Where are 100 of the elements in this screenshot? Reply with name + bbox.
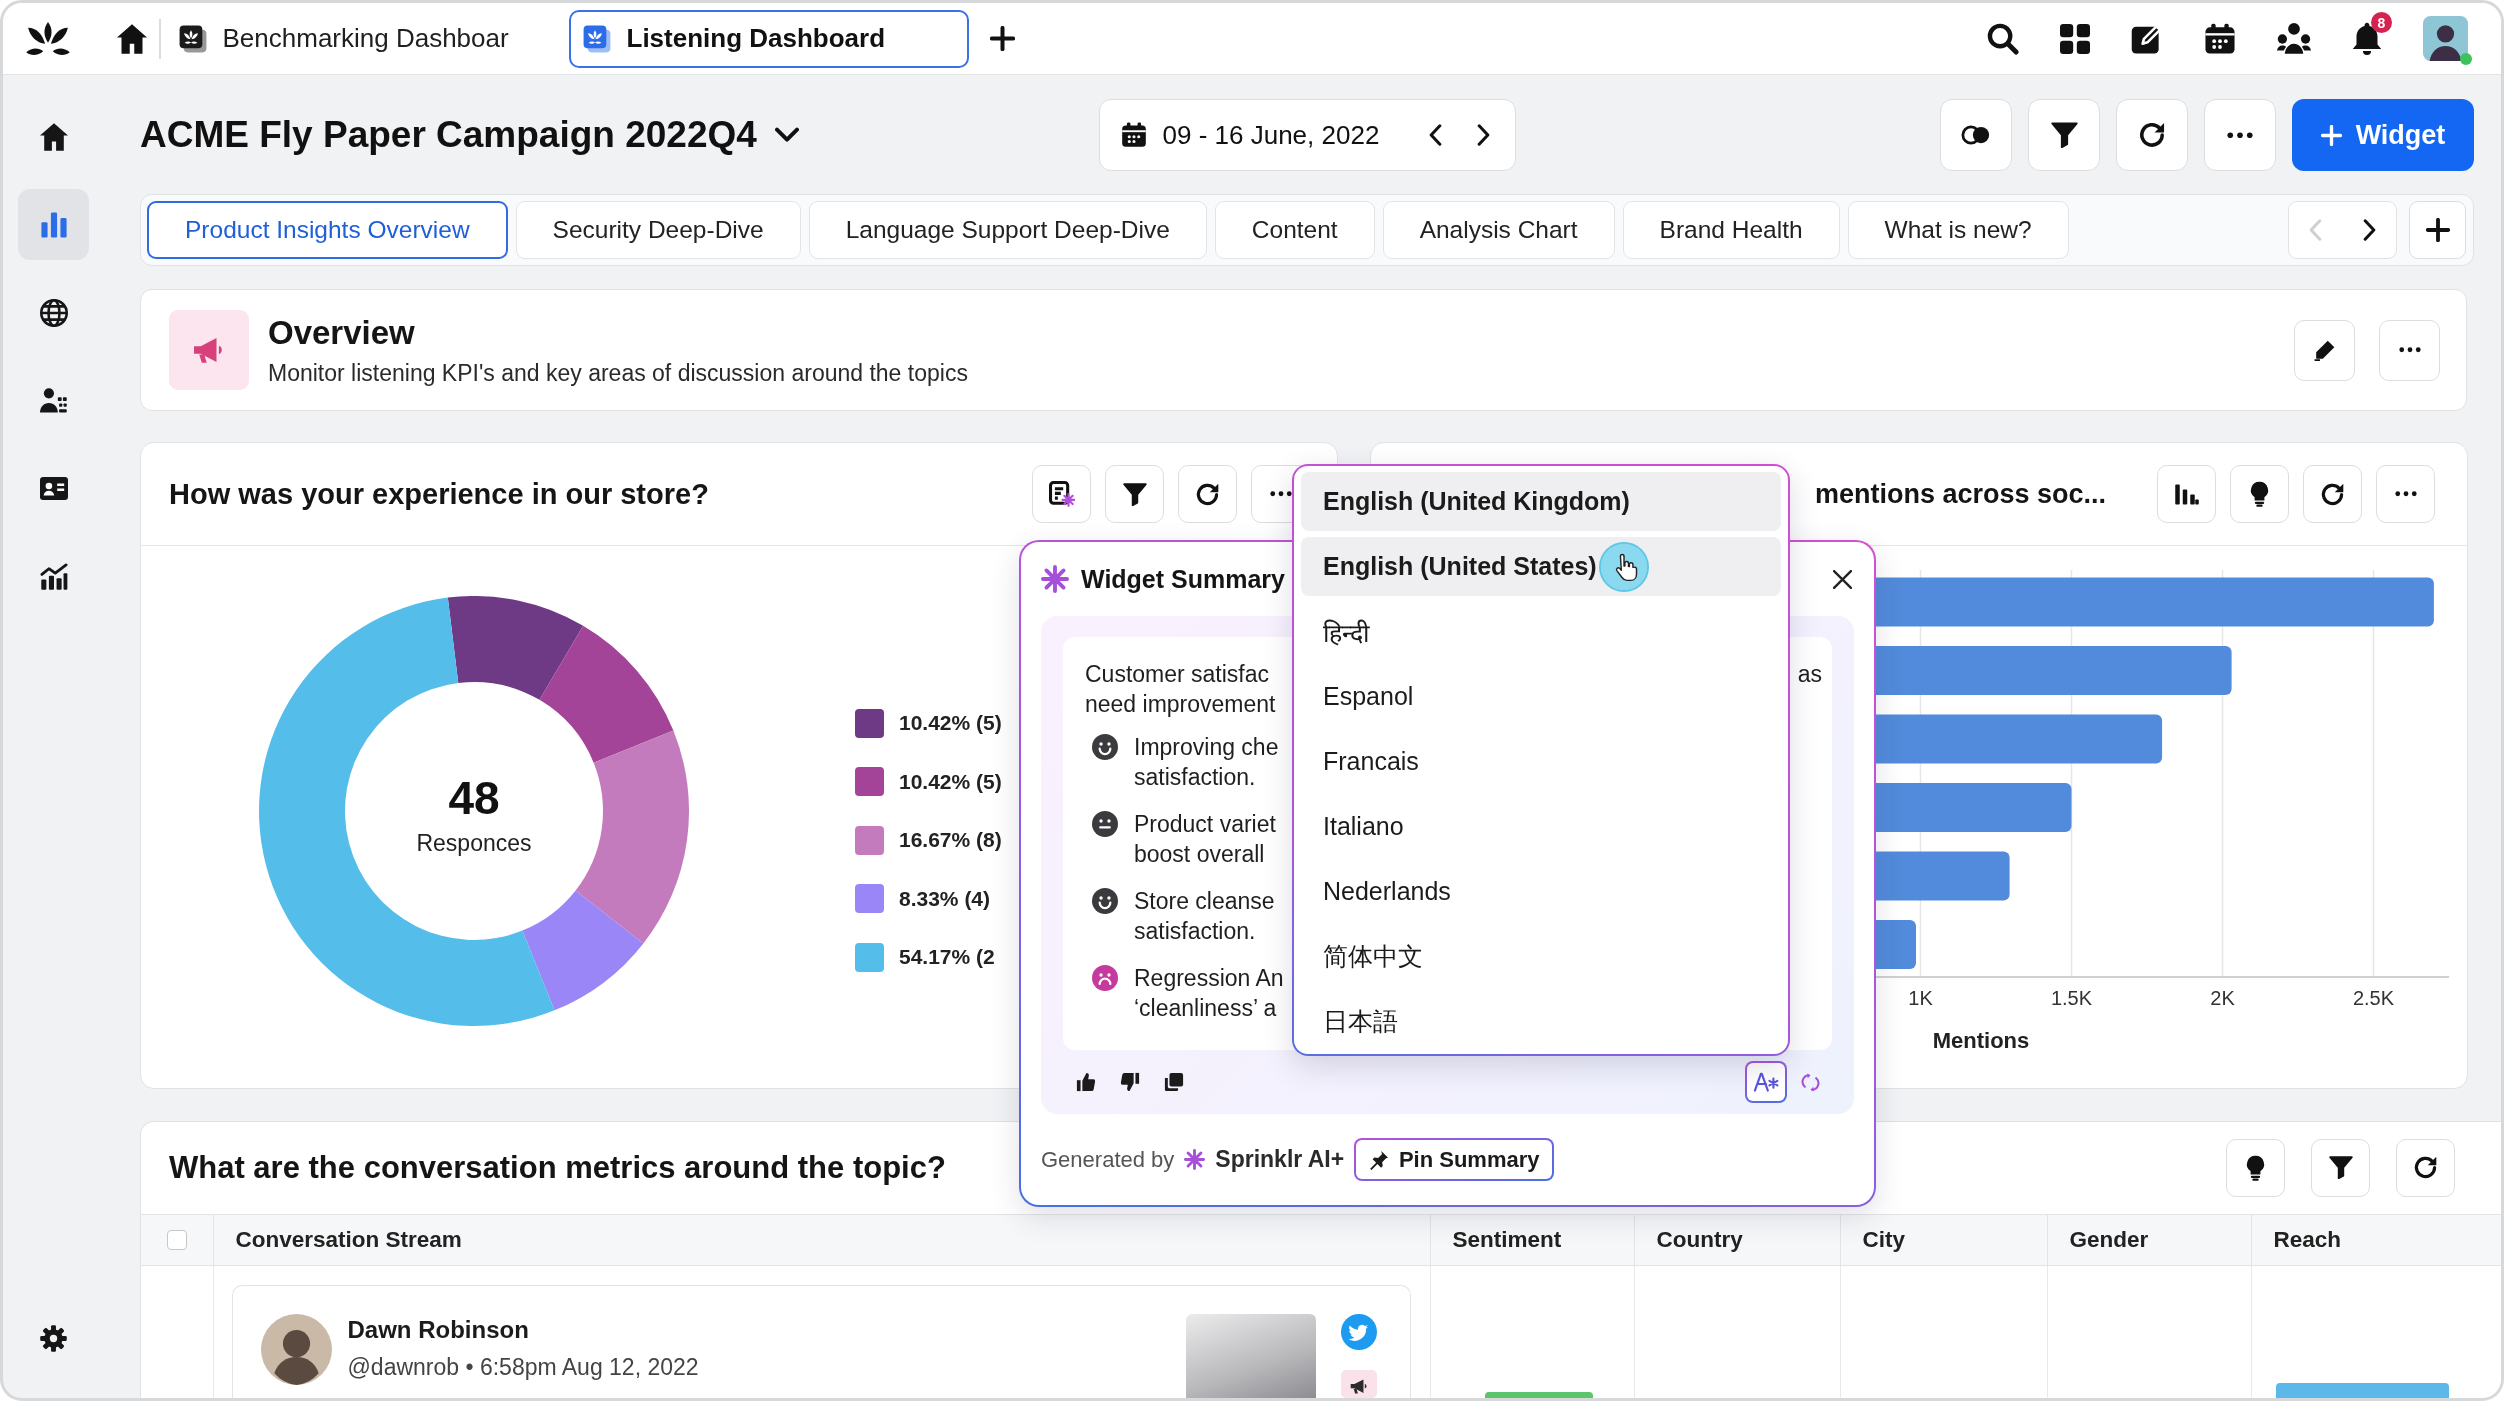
dashboard-icon (582, 24, 611, 53)
dashboard-page-tab[interactable]: What is new? (1847, 201, 2069, 259)
filter-icon (2050, 122, 2078, 148)
column-header: Gender (2046, 1214, 2251, 1265)
language-option[interactable]: 日本語 (1301, 992, 1781, 1051)
refresh-button[interactable] (1178, 465, 1237, 523)
language-option[interactable]: Francais (1301, 732, 1781, 791)
more-icon (2398, 347, 2421, 353)
calendar-icon (1120, 122, 1147, 148)
select-all-checkbox[interactable] (166, 1229, 187, 1250)
search-icon[interactable] (1987, 22, 2019, 55)
thumbs-up-icon[interactable] (1076, 1072, 1096, 1092)
conversation-card[interactable]: Dawn Robinson @dawnrob • 6:58pm Aug 12, 2022 (231, 1284, 1411, 1398)
language-option[interactable]: Nederlands (1301, 862, 1781, 921)
settings-icon[interactable] (40, 1325, 67, 1352)
axis-tick-label: 1.5K (2050, 987, 2093, 1009)
notification-badge: 8 (2371, 12, 2392, 33)
legend-label: 10.42% (5) (899, 769, 1002, 794)
avatar-icon[interactable] (2423, 16, 2468, 61)
users-icon (39, 386, 68, 415)
lightbulb-icon (2249, 481, 2270, 507)
grid-icon[interactable] (2060, 23, 2090, 54)
more-icon (2227, 131, 2253, 139)
axis-tick-label: 1K (1908, 987, 1933, 1009)
filter-button[interactable] (2028, 99, 2100, 171)
filter-button[interactable] (1105, 465, 1164, 523)
axis-title: Mentions (1932, 1027, 2030, 1053)
overlapping-circles-icon (1961, 125, 1991, 145)
dashboard-page-tab[interactable]: Brand Health (1622, 201, 1840, 259)
generated-by-label: Generated by (1041, 1146, 1175, 1173)
edit-button[interactable] (2294, 319, 2355, 381)
pin-icon (1368, 1149, 1389, 1170)
language-option[interactable]: English (United Kingdom) (1301, 472, 1781, 531)
more-icon (2394, 491, 2417, 497)
filter-icon (1122, 482, 1147, 506)
column-header: Reach (2250, 1214, 2501, 1265)
dashboard-page-tab[interactable]: Security Deep-Dive (515, 201, 801, 259)
avatar-icon (260, 1313, 332, 1385)
insights-button[interactable] (2226, 1138, 2285, 1197)
dashboard-tab[interactable]: Listening Dashboard (568, 9, 969, 68)
language-option[interactable]: Espanol (1301, 667, 1781, 726)
people-icon[interactable] (2277, 21, 2311, 56)
dashboard-page-tab[interactable]: Language Support Deep-Dive (808, 201, 1207, 259)
chevron-down-icon[interactable] (774, 127, 799, 143)
sparkle-icon (1184, 1149, 1206, 1170)
response-label: Responces (416, 829, 532, 856)
plus-icon[interactable] (989, 26, 1015, 51)
copy-icon[interactable] (1164, 1072, 1184, 1092)
summary-point: Product variet boost overall (1134, 810, 1276, 869)
plus-icon (2425, 218, 2450, 242)
summary-text: Customer satisfac need improvement (1085, 660, 1276, 719)
overview-description: Monitor listening KPI's and key areas of discussion around the topics (268, 359, 968, 387)
summary-text-fragment: as (1797, 660, 1822, 689)
home-icon[interactable] (117, 23, 147, 54)
language-option[interactable]: हिन्दी (1301, 602, 1781, 661)
language-option[interactable]: 简体中文 (1301, 927, 1781, 986)
megaphone-icon (169, 310, 249, 390)
add-tab-button[interactable] (2409, 201, 2466, 259)
insights-button[interactable] (2230, 465, 2289, 523)
dashboard-page-tab[interactable]: Content (1214, 201, 1375, 259)
bird-icon (1340, 1313, 1377, 1350)
language-option[interactable]: Italiano (1301, 797, 1781, 856)
pin-summary-button[interactable]: Pin Summary (1354, 1138, 1555, 1181)
refresh-icon (1195, 481, 1220, 507)
widget-title: What are the conversation metrics around the topic? (169, 1149, 946, 1186)
chevron-right-icon[interactable] (2362, 219, 2376, 241)
chevron-left-icon[interactable] (1428, 124, 1442, 146)
summary-button[interactable] (1032, 465, 1091, 523)
refresh-icon (2320, 481, 2345, 507)
logo-icon[interactable] (25, 20, 71, 57)
refresh-button[interactable] (2303, 465, 2362, 523)
translate-button[interactable] (1745, 1061, 1787, 1103)
bar-chart-icon (39, 210, 68, 239)
calendar-icon[interactable] (2204, 22, 2236, 55)
axis-tick-label: 2.5K (2352, 987, 2395, 1009)
regenerate-icon[interactable] (1801, 1072, 1820, 1092)
refresh-button[interactable] (2116, 99, 2188, 171)
close-icon[interactable] (1833, 569, 1852, 589)
language-option[interactable]: English (United States) (1301, 537, 1781, 596)
column-header: Country (1633, 1214, 1840, 1265)
chevron-right-icon[interactable] (1476, 124, 1490, 146)
legend-label: 16.67% (8) (899, 828, 1002, 852)
dashboard-tab[interactable]: Benchmarking Dashboar (164, 9, 565, 68)
dashboard-page-tab[interactable]: Analysis Chart (1382, 201, 1615, 259)
refresh-button[interactable] (2396, 1138, 2455, 1197)
dashboard-page-tab[interactable]: Product Insights Overview (147, 201, 508, 259)
chart-type-button[interactable] (2157, 465, 2216, 523)
response-count: 48 (448, 771, 500, 824)
translate-icon (1753, 1071, 1779, 1093)
date-range-picker[interactable]: 09 - 16 June, 2022 (1098, 99, 1516, 171)
author-name: Dawn Robinson (347, 1315, 530, 1344)
compare-button[interactable] (1940, 99, 2012, 171)
add-widget-button[interactable]: Widget (2292, 99, 2474, 171)
sparkle-icon (1041, 565, 1069, 593)
summary-point: Regression An ‘cleanliness’ a (1134, 964, 1284, 1023)
more-icon (1269, 491, 1292, 497)
thumbs-down-icon[interactable] (1120, 1072, 1140, 1092)
summary-point: Improving che satisfaction. (1134, 733, 1279, 792)
campaign-title: ACME Fly Paper Campaign 2022Q4 (140, 114, 757, 156)
filter-button[interactable] (2311, 1138, 2370, 1197)
